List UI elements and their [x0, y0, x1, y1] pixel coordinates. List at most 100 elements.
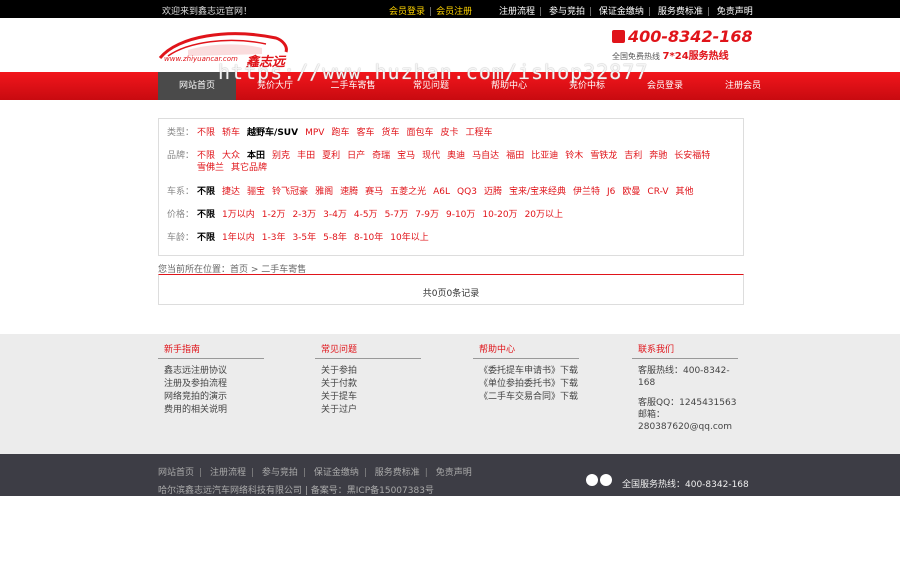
filter-option[interactable]: 迈腾 [484, 186, 502, 198]
footer-link[interactable]: 关于过户 [321, 404, 421, 417]
top-link-fees[interactable]: 服务费标准 [658, 7, 703, 17]
filter-option[interactable]: 五菱之光 [390, 186, 426, 198]
top-link-bid[interactable]: 参与竞拍 [549, 7, 585, 17]
filter-option[interactable]: 雪佛兰 [197, 162, 224, 174]
footer-link[interactable]: 《二手车交易合同》下载 [479, 391, 579, 404]
filter-option[interactable]: 货车 [381, 127, 399, 139]
filter-option[interactable]: CR-V [647, 186, 668, 198]
filter-option[interactable]: J6 [607, 186, 615, 198]
filter-option[interactable]: 本田 [247, 150, 265, 162]
filter-option[interactable]: 其它品牌 [231, 162, 267, 174]
footer-link[interactable]: 费用的相关说明 [164, 404, 264, 417]
filter-option[interactable]: 别克 [272, 150, 290, 162]
filter-option[interactable]: 10-20万 [482, 209, 517, 221]
top-link-register-flow[interactable]: 注册流程 [499, 7, 535, 17]
filter-option[interactable]: 速腾 [340, 186, 358, 198]
filter-option[interactable]: 雅阁 [315, 186, 333, 198]
social-icons [586, 474, 614, 486]
footer-link-disclaimer[interactable]: 免责声明 [436, 468, 472, 478]
footer-bottom: 网站首页 | 注册流程 | 参与竞拍 | 保证金缴纳 | 服务费标准 | 免责声明 哈尔滨… [0, 454, 900, 496]
filter-option[interactable]: 捷达 [222, 186, 240, 198]
filter-option[interactable]: 马自达 [472, 150, 499, 162]
wechat-icon[interactable] [600, 474, 612, 486]
filter-option[interactable]: 7-9万 [415, 209, 439, 221]
filter-option[interactable]: A6L [433, 186, 450, 198]
filter-option[interactable]: 1-3年 [262, 232, 286, 244]
filter-option[interactable]: 宝来/宝来经典 [509, 186, 566, 198]
filter-option[interactable]: 大众 [222, 150, 240, 162]
footer-link[interactable]: 关于提车 [321, 391, 421, 404]
filter-option[interactable]: 2-3万 [292, 209, 316, 221]
footer-link[interactable]: 网络竞拍的演示 [164, 391, 264, 404]
filter-option[interactable]: 3-5年 [292, 232, 316, 244]
footer-link[interactable]: 注册及参拍流程 [164, 378, 264, 391]
filter-option[interactable]: 其他 [675, 186, 693, 198]
filter-option[interactable]: 奇瑞 [372, 150, 390, 162]
filter-option[interactable]: 夏利 [322, 150, 340, 162]
filter-option[interactable]: 不限 [197, 150, 215, 162]
filter-option[interactable]: 越野车/SUV [247, 127, 298, 139]
filter-option[interactable]: 长安福特 [674, 150, 710, 162]
footer-link[interactable]: 《委托提车申请书》下载 [479, 365, 579, 378]
filter-row-series: 车系： 不限 捷达 骊宝 铃飞冠豪 雅阁 速腾 赛马 五菱之光 A6L QQ3 迈腾 宝来/宝来经典伊… [167, 186, 727, 198]
filter-option[interactable]: 雪铁龙 [590, 150, 617, 162]
hotline-phone: 400-8342-168 [628, 27, 753, 46]
filter-option[interactable]: 福田 [506, 150, 524, 162]
member-login-link[interactable]: 会员登录 [389, 7, 425, 17]
filter-option[interactable]: 骊宝 [247, 186, 265, 198]
filter-option[interactable]: 不限 [197, 232, 215, 244]
phone-icon [612, 30, 625, 43]
footer-link-deposit[interactable]: 保证金缴纳 [314, 468, 359, 478]
filter-option[interactable]: 5-7万 [385, 209, 409, 221]
filter-option[interactable]: 宝马 [397, 150, 415, 162]
filter-option[interactable]: 20万以上 [525, 209, 563, 221]
footer-link-register-flow[interactable]: 注册流程 [210, 468, 246, 478]
filter-option[interactable]: 3-4万 [323, 209, 347, 221]
hotline-hours: 7*24服务热线 [662, 51, 729, 62]
filter-option[interactable]: 10年以上 [390, 232, 428, 244]
member-register-link[interactable]: 会员注册 [436, 7, 472, 17]
filter-option[interactable]: 日产 [347, 150, 365, 162]
top-link-deposit[interactable]: 保证金缴纳 [599, 7, 644, 17]
filter-option[interactable]: 8-10年 [354, 232, 383, 244]
filter-option[interactable]: 欧曼 [622, 186, 640, 198]
top-link-disclaimer[interactable]: 免责声明 [717, 7, 753, 17]
filter-options: 不限 大众 本田 别克 丰田 夏利 日产 奇瑞 宝马 现代 奥迪 马自达 福田 比亚迪 铃木 雪铁龙 吉利 奔驰长… [197, 150, 727, 174]
filter-option[interactable]: 皮卡 [441, 127, 459, 139]
footer-link[interactable]: 关于参拍 [321, 365, 421, 378]
filter-option[interactable]: 铃木 [565, 150, 583, 162]
filter-option[interactable]: 现代 [422, 150, 440, 162]
filter-option[interactable]: 奥迪 [447, 150, 465, 162]
filter-option[interactable]: 4-5万 [354, 209, 378, 221]
filter-option[interactable]: 轿车 [222, 127, 240, 139]
nav-register[interactable]: 注册会员 [704, 72, 782, 100]
filter-option[interactable]: 5-8年 [323, 232, 347, 244]
footer-link-fees[interactable]: 服务费标准 [375, 468, 420, 478]
footer-link-bid[interactable]: 参与竞拍 [262, 468, 298, 478]
filter-option[interactable]: MPV [305, 127, 324, 139]
filter-option[interactable]: 1万以内 [222, 209, 255, 221]
filter-option[interactable]: 1年以内 [222, 232, 255, 244]
filter-option[interactable]: 跑车 [331, 127, 349, 139]
filter-option[interactable]: 伊兰特 [573, 186, 600, 198]
filter-option[interactable]: 面包车 [406, 127, 433, 139]
weibo-icon[interactable] [586, 474, 598, 486]
filter-option[interactable]: 比亚迪 [531, 150, 558, 162]
filter-option[interactable]: 铃飞冠豪 [272, 186, 308, 198]
filter-option[interactable]: 赛马 [365, 186, 383, 198]
filter-option[interactable]: 吉利 [624, 150, 642, 162]
filter-option[interactable]: 工程车 [466, 127, 493, 139]
filter-option[interactable]: 不限 [197, 186, 215, 198]
filter-option[interactable]: 客车 [356, 127, 374, 139]
footer-link[interactable]: 《单位参拍委托书》下载 [479, 378, 579, 391]
filter-option[interactable]: 奔驰 [649, 150, 667, 162]
filter-option[interactable]: 1-2万 [262, 209, 286, 221]
footer-link[interactable]: 关于付款 [321, 378, 421, 391]
footer-link[interactable]: 鑫志远注册协议 [164, 365, 264, 378]
filter-option[interactable]: 不限 [197, 209, 215, 221]
footer-link-home[interactable]: 网站首页 [158, 468, 194, 478]
filter-option[interactable]: QQ3 [457, 186, 477, 198]
filter-option[interactable]: 丰田 [297, 150, 315, 162]
filter-option[interactable]: 9-10万 [446, 209, 475, 221]
filter-option[interactable]: 不限 [197, 127, 215, 139]
